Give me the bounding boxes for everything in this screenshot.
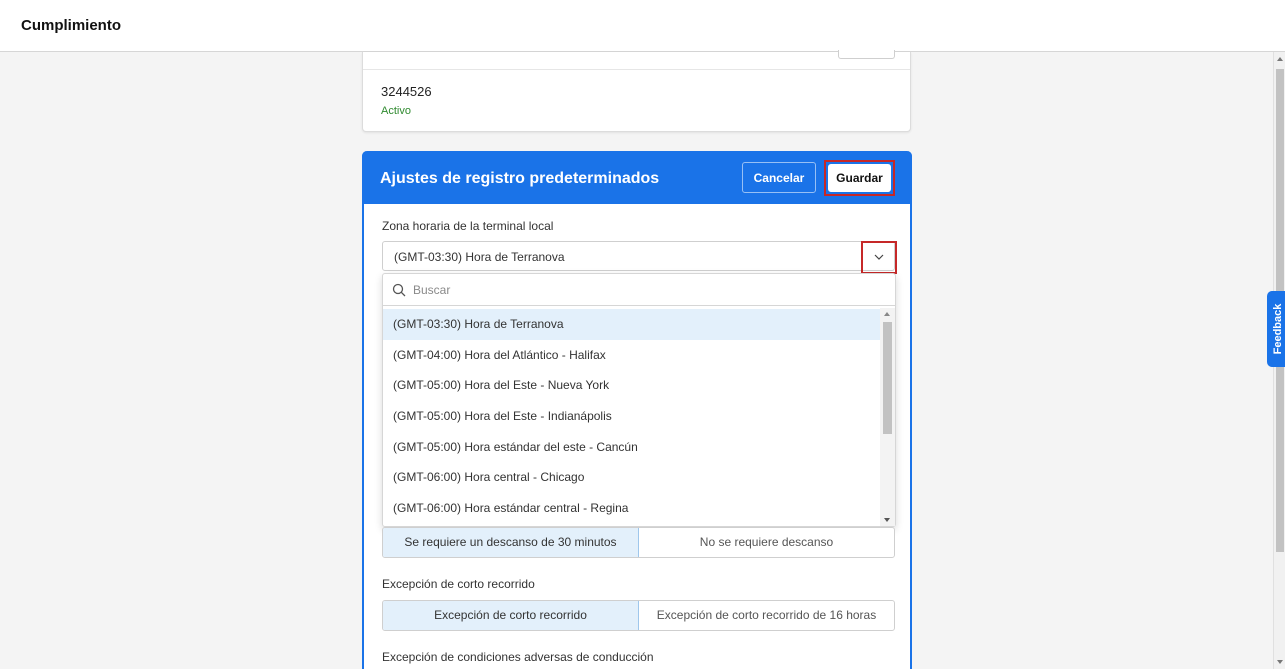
timezone-option[interactable]: (GMT-03:30) Hora de Terranova (383, 309, 880, 340)
vehicle-card: 3244526 Activo (362, 50, 911, 132)
scroll-down-icon[interactable] (884, 518, 890, 522)
timezone-option[interactable]: (GMT-06:00) Hora central - Chicago (383, 462, 880, 493)
search-input[interactable] (413, 280, 873, 300)
timezone-selected-value: (GMT-03:30) Hora de Terranova (394, 250, 565, 264)
chevron-down-icon (874, 254, 884, 260)
timezone-option[interactable]: (GMT-04:00) Hora del Atlántico - Halifax (383, 340, 880, 371)
default-log-settings-panel: Ajustes de registro predeterminados Canc… (362, 151, 912, 669)
short-haul-option[interactable]: Excepción de corto recorrido (383, 601, 639, 630)
scroll-up-icon[interactable] (884, 312, 890, 316)
status-badge: Activo (381, 105, 411, 117)
feedback-tab[interactable]: Feedback (1267, 291, 1285, 367)
adverse-conditions-label: Excepción de condiciones adversas de con… (382, 650, 654, 664)
card-divider (363, 69, 910, 70)
timezone-search (383, 274, 895, 306)
short-haul-option[interactable]: Excepción de corto recorrido de 16 horas (639, 601, 894, 630)
dropdown-toggle-highlight[interactable] (861, 241, 897, 274)
panel-title: Ajustes de registro predeterminados (380, 170, 660, 187)
timezone-option[interactable]: (GMT-05:00) Hora del Este - Nueva York (383, 370, 880, 401)
timezone-options: (GMT-03:30) Hora de Terranova (GMT-04:00… (383, 309, 880, 524)
short-haul-toggle: Excepción de corto recorrido Excepción d… (382, 600, 895, 631)
dropdown-scrollbar[interactable] (880, 308, 895, 526)
timezone-select[interactable]: (GMT-03:30) Hora de Terranova (382, 241, 897, 274)
top-bar: Cumplimiento (0, 0, 1285, 52)
save-button[interactable]: Guardar (828, 164, 891, 192)
feedback-label: Feedback (1272, 303, 1284, 355)
timezone-dropdown: (GMT-03:30) Hora de Terranova (GMT-04:00… (382, 273, 896, 527)
timezone-option[interactable]: (GMT-05:00) Hora del Este - Indianápolis (383, 401, 880, 432)
vehicle-number: 3244526 (381, 84, 432, 99)
card-action-button[interactable] (838, 50, 895, 59)
page-title: Cumplimiento (21, 17, 121, 34)
cancel-button[interactable]: Cancelar (742, 162, 816, 193)
panel-header: Ajustes de registro predeterminados Canc… (362, 151, 912, 204)
timezone-option[interactable]: (GMT-06:00) Hora estándar central - Regi… (383, 493, 880, 524)
scroll-up-icon[interactable] (1277, 57, 1283, 61)
scroll-down-icon[interactable] (1277, 660, 1283, 664)
rest-break-option[interactable]: No se requiere descanso (639, 528, 894, 557)
scrollbar-thumb[interactable] (883, 322, 892, 434)
timezone-option[interactable]: (GMT-05:00) Hora estándar del este - Can… (383, 432, 880, 463)
timezone-label: Zona horaria de la terminal local (382, 219, 554, 233)
search-icon (392, 283, 406, 297)
rest-break-toggle: Se requiere un descanso de 30 minutos No… (382, 527, 895, 558)
save-button-highlight: Guardar (824, 160, 895, 196)
rest-break-option[interactable]: Se requiere un descanso de 30 minutos (383, 528, 639, 557)
short-haul-label: Excepción de corto recorrido (382, 577, 535, 591)
